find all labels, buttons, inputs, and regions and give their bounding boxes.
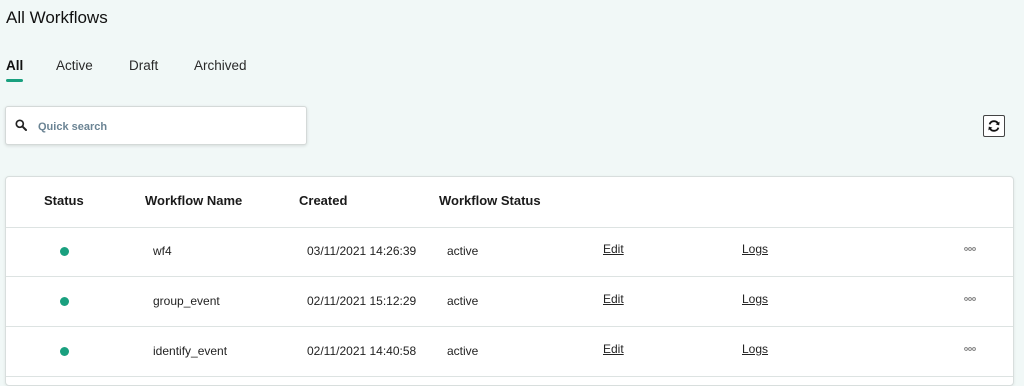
created-date: 02/11/2021 14:40:58 (307, 344, 417, 358)
status-dot (60, 247, 69, 256)
logs-link[interactable]: Logs (742, 292, 768, 306)
workflow-status: active (447, 244, 479, 258)
edit-link[interactable]: Edit (603, 242, 624, 256)
workflow-status: active (447, 344, 479, 358)
workflow-status: active (447, 294, 479, 308)
tab-active[interactable]: Active (56, 58, 93, 73)
search-box (5, 106, 307, 145)
created-date: 03/11/2021 14:26:39 (307, 244, 417, 258)
status-dot (60, 347, 69, 356)
more-options-icon[interactable] (964, 245, 976, 253)
more-options-icon[interactable] (964, 295, 976, 303)
header-workflow-name[interactable]: Workflow Name (145, 193, 242, 208)
refresh-icon (988, 120, 1000, 132)
tab-draft[interactable]: Draft (129, 58, 158, 73)
workflow-name[interactable]: wf4 (153, 244, 172, 258)
created-date: 02/11/2021 15:12:29 (307, 294, 417, 308)
header-status[interactable]: Status (44, 193, 84, 208)
table-row[interactable]: group_event 02/11/2021 15:12:29 active E… (6, 277, 1013, 327)
table-row[interactable]: wf4 03/11/2021 14:26:39 active Edit Logs (6, 227, 1013, 277)
search-input[interactable] (36, 116, 300, 138)
more-options-icon[interactable] (964, 345, 976, 353)
workflows-table: Status Workflow Name Created Workflow St… (5, 176, 1014, 386)
edit-link[interactable]: Edit (603, 292, 624, 306)
search-icon (15, 119, 27, 131)
status-dot (60, 297, 69, 306)
workflow-name[interactable]: group_event (153, 294, 220, 308)
header-workflow-status[interactable]: Workflow Status (439, 193, 541, 208)
tab-archived[interactable]: Archived (194, 58, 247, 73)
logs-link[interactable]: Logs (742, 242, 768, 256)
header-created[interactable]: Created (299, 193, 347, 208)
edit-link[interactable]: Edit (603, 342, 624, 356)
workflow-name[interactable]: identify_event (153, 344, 227, 358)
logs-link[interactable]: Logs (742, 342, 768, 356)
table-row[interactable]: identify_event 02/11/2021 14:40:58 activ… (6, 327, 1013, 377)
table-header: Status Workflow Name Created Workflow St… (6, 177, 1013, 228)
tab-all[interactable]: All (6, 58, 24, 82)
page-title: All Workflows (6, 8, 108, 27)
refresh-button[interactable] (983, 115, 1005, 137)
